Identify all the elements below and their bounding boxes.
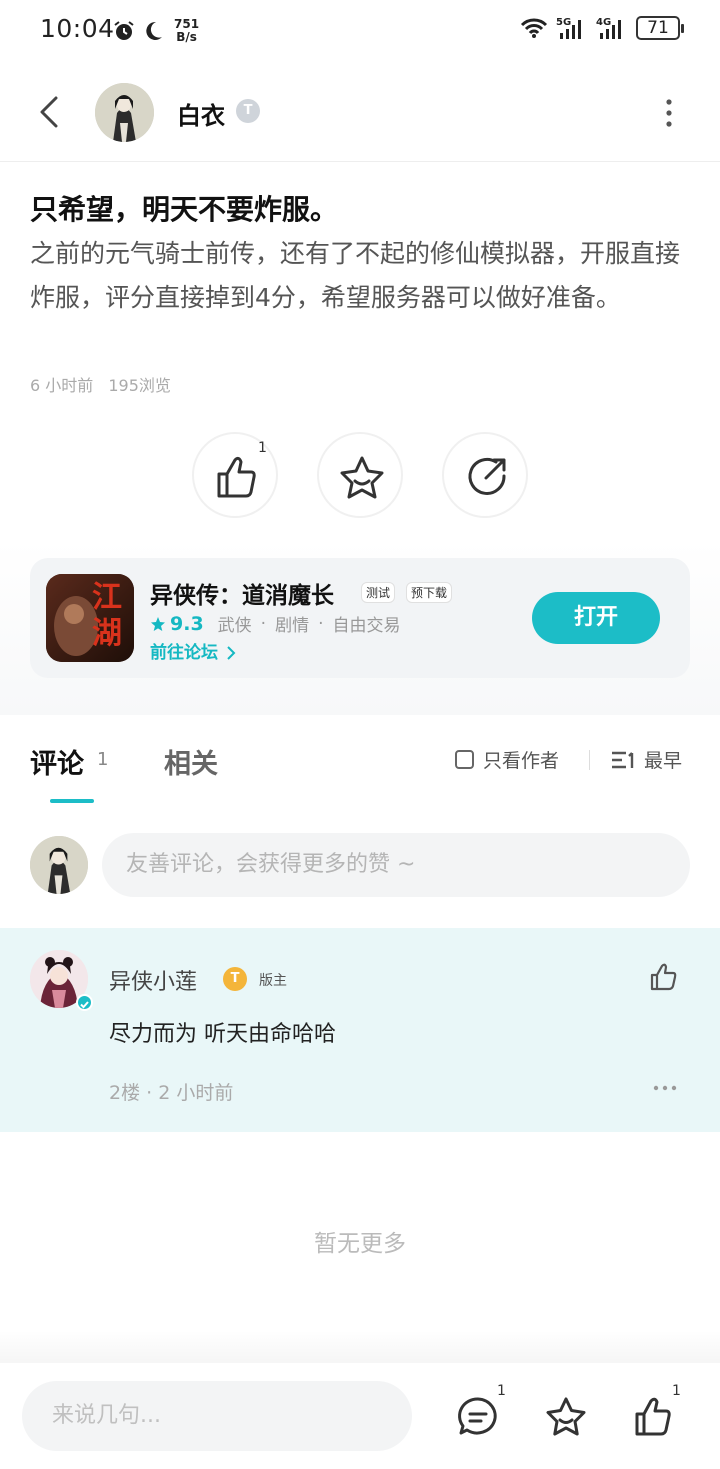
net-speed: 751 B/s <box>174 17 200 44</box>
comment-text: 尽力而为 听天由命哈哈 <box>109 1022 336 1047</box>
svg-text:5G: 5G <box>556 17 571 28</box>
author-only-checkbox[interactable] <box>455 750 474 769</box>
comment-input[interactable]: 友善评论，会获得更多的赞 ~ <box>102 833 690 897</box>
signal-5g-icon: 5G <box>556 17 581 39</box>
bottom-like-count: 1 <box>672 1383 681 1399</box>
tag-test: 测试 <box>361 582 396 603</box>
genre-2: 自由交易 <box>332 616 401 636</box>
bottom-bar: 来说几句... 1 1 <box>0 1363 720 1469</box>
share-button[interactable] <box>442 432 528 518</box>
like-count: 1 <box>258 440 267 456</box>
thumbs-up-icon[interactable] <box>632 1395 676 1439</box>
moon-icon <box>146 21 162 40</box>
tab-comments[interactable]: 评论 <box>30 742 84 781</box>
more-vertical-icon[interactable] <box>662 98 676 128</box>
level-badge: T <box>236 99 260 123</box>
my-avatar <box>30 836 88 894</box>
comment-item: 异侠小莲 T 版主 尽力而为 听天由命哈哈 2楼 · 2 小时前 <box>0 928 720 1132</box>
no-more-text: 暂无更多 <box>314 1231 406 1257</box>
author-only-toggle[interactable]: 只看作者 <box>455 746 559 773</box>
back-arrow-icon[interactable] <box>30 90 70 134</box>
comment-time: 2 小时前 <box>158 1082 234 1104</box>
bottom-comment-count: 1 <box>497 1383 506 1399</box>
tag-predownload: 预下载 <box>406 582 453 603</box>
post-meta: 6 小时前 195浏览 <box>30 372 181 396</box>
verified-badge-icon <box>76 994 93 1011</box>
genre-0: 武侠 <box>217 616 252 636</box>
status-left-icons: 751 B/s <box>112 18 199 44</box>
bottom-shadow <box>0 1330 720 1364</box>
favorite-button[interactable] <box>317 432 403 518</box>
comment-icon[interactable] <box>456 1395 500 1439</box>
tab-related[interactable]: 相关 <box>164 742 218 781</box>
author-avatar[interactable] <box>95 83 154 142</box>
forum-link[interactable]: 前往论坛 <box>150 638 238 663</box>
post-body: 之前的元气骑士前传，还有了不起的修仙模拟器，开服直接炸服，评分直接掉到4分，希望… <box>30 239 681 312</box>
comment-floor: 2楼 <box>109 1082 141 1104</box>
tab-active-indicator <box>50 799 94 803</box>
author-name[interactable]: 白衣 <box>177 96 225 131</box>
game-icon[interactable]: 江湖 <box>46 574 134 662</box>
svg-text:4G: 4G <box>596 17 611 28</box>
favorite-star-icon[interactable] <box>544 1395 588 1439</box>
post-header: 白衣 T <box>0 62 720 162</box>
commenter-level-badge: T <box>223 967 247 991</box>
sort-toggle[interactable]: 最早 <box>610 746 682 773</box>
comment-like-icon[interactable] <box>648 961 680 993</box>
post-actions: 1 <box>0 432 720 522</box>
divider <box>589 750 590 770</box>
star-icon <box>340 456 384 499</box>
comment-meta: 2楼 · 2 小时前 <box>109 1082 234 1104</box>
alarm-icon <box>114 21 134 40</box>
post-title: 只希望，明天不要炸服。 <box>30 193 339 226</box>
game-rating-row: 9.3 武侠 · 剧情 · 自由交易 <box>150 611 400 636</box>
signal-4g-icon: 4G <box>596 17 621 39</box>
battery-icon: 71 <box>636 16 684 40</box>
post-views: 195浏览 <box>108 376 171 395</box>
game-rating: 9.3 <box>170 612 204 635</box>
thumbs-up-icon <box>217 456 256 498</box>
moderator-badge: 版主 <box>259 973 287 989</box>
game-icon-text: 江湖 <box>92 580 122 651</box>
status-right-icons: 5G 4G 71 <box>520 16 684 40</box>
status-bar: 10:04 751 B/s 5G 4G 71 <box>0 0 720 62</box>
ellipsis-icon[interactable] <box>652 1078 678 1098</box>
game-title[interactable]: 异侠传：道消魔长 <box>150 576 334 610</box>
wifi-icon <box>520 18 548 38</box>
sort-icon <box>612 751 634 768</box>
post-time: 6 小时前 <box>30 376 94 395</box>
share-icon <box>468 457 506 495</box>
commenter-name[interactable]: 异侠小莲 <box>109 964 197 996</box>
status-time: 10:04 <box>40 14 115 43</box>
tab-comments-count: 1 <box>97 749 109 770</box>
star-filled-icon <box>151 616 165 631</box>
comment-tabs: 评论 1 相关 只看作者 最早 <box>0 716 720 806</box>
bottom-comment-input[interactable]: 来说几句... <box>22 1381 412 1451</box>
genre-1: 剧情 <box>275 616 310 636</box>
open-game-button[interactable]: 打开 <box>532 592 660 644</box>
game-card[interactable]: 江湖 异侠传：道消魔长 测试 预下载 9.3 武侠 · 剧情 · 自由交易 前往… <box>30 558 690 678</box>
chevron-right-icon <box>227 646 236 660</box>
